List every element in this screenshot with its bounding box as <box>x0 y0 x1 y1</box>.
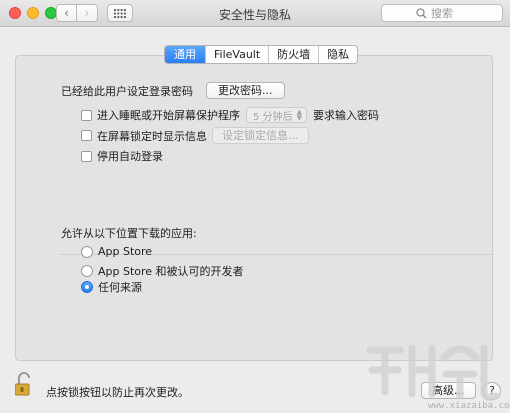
tab-firewall[interactable]: 防火墙 <box>268 46 318 63</box>
search-placeholder: 搜索 <box>431 7 453 20</box>
lock-message-checkbox[interactable] <box>81 130 92 141</box>
require-password-checkbox[interactable] <box>81 109 92 121</box>
download-option-identified[interactable]: App Store 和被认可的开发者 <box>81 263 244 279</box>
password-delay-popup[interactable]: 5 分钟后 ▲ ▼ <box>246 107 307 123</box>
help-icon: ? <box>489 384 495 397</box>
identified-developers-radio[interactable] <box>81 265 93 277</box>
app-store-label: App Store <box>98 245 153 258</box>
popup-arrows-icon: ▲ ▼ <box>296 108 302 122</box>
lock-message-label: 在屏幕锁定时显示信息 <box>97 129 207 143</box>
search-input[interactable]: 搜索 <box>381 4 503 22</box>
tab-bar: 通用 FileVault 防火墙 隐私 <box>164 45 359 64</box>
disable-autologin-label: 停用自动登录 <box>97 150 163 163</box>
lock-icon[interactable] <box>15 372 33 396</box>
password-set-label: 已经给此用户设定登录密码 <box>61 84 193 98</box>
require-password-row: 进入睡眠或开始屏幕保护程序 5 分钟后 ▲ ▼ 要求输入密码 <box>81 107 379 123</box>
help-button[interactable]: ? <box>483 382 501 400</box>
lock-hint-text: 点按锁按钮以防止再次更改。 <box>46 386 189 399</box>
search-icon <box>416 7 427 18</box>
security-privacy-window: ‹ › 安全性与隐私 搜索 通用 FileVault 防火墙 隐私 已经给此用户… <box>0 0 510 413</box>
download-option-app-store[interactable]: App Store <box>81 245 152 258</box>
advanced-button[interactable]: 高级... <box>421 382 476 399</box>
password-row: 已经给此用户设定登录密码 更改密码... <box>61 82 285 99</box>
disable-autologin-checkbox[interactable] <box>81 150 92 162</box>
password-delay-value: 5 分钟后 <box>253 111 293 123</box>
identified-developers-label: App Store 和被认可的开发者 <box>98 265 244 278</box>
anywhere-label: 任何来源 <box>98 281 142 294</box>
set-lock-message-button[interactable]: 设定锁定信息... <box>212 127 309 144</box>
tab-general[interactable]: 通用 <box>165 46 205 63</box>
require-password-label: 要求输入密码 <box>313 109 379 122</box>
downloads-heading: 允许从以下位置下载的应用: <box>61 227 197 240</box>
settings-panel <box>15 55 494 361</box>
downloads-heading-row: 允许从以下位置下载的应用: <box>61 225 197 241</box>
title-bar: ‹ › 安全性与隐私 搜索 <box>0 0 510 27</box>
watermark-text: www.xiazaiba.com <box>428 401 510 411</box>
app-store-radio[interactable] <box>81 245 93 258</box>
change-password-button[interactable]: 更改密码... <box>206 82 285 99</box>
tab-privacy[interactable]: 隐私 <box>318 46 357 63</box>
anywhere-radio[interactable] <box>81 281 93 293</box>
download-option-anywhere[interactable]: 任何来源 <box>81 279 142 295</box>
tab-filevault[interactable]: FileVault <box>205 46 268 63</box>
disable-autologin-row: 停用自动登录 <box>81 148 163 164</box>
lock-message-row: 在屏幕锁定时显示信息 设定锁定信息... <box>81 127 309 144</box>
sleep-checkbox-label: 进入睡眠或开始屏幕保护程序 <box>97 109 240 122</box>
